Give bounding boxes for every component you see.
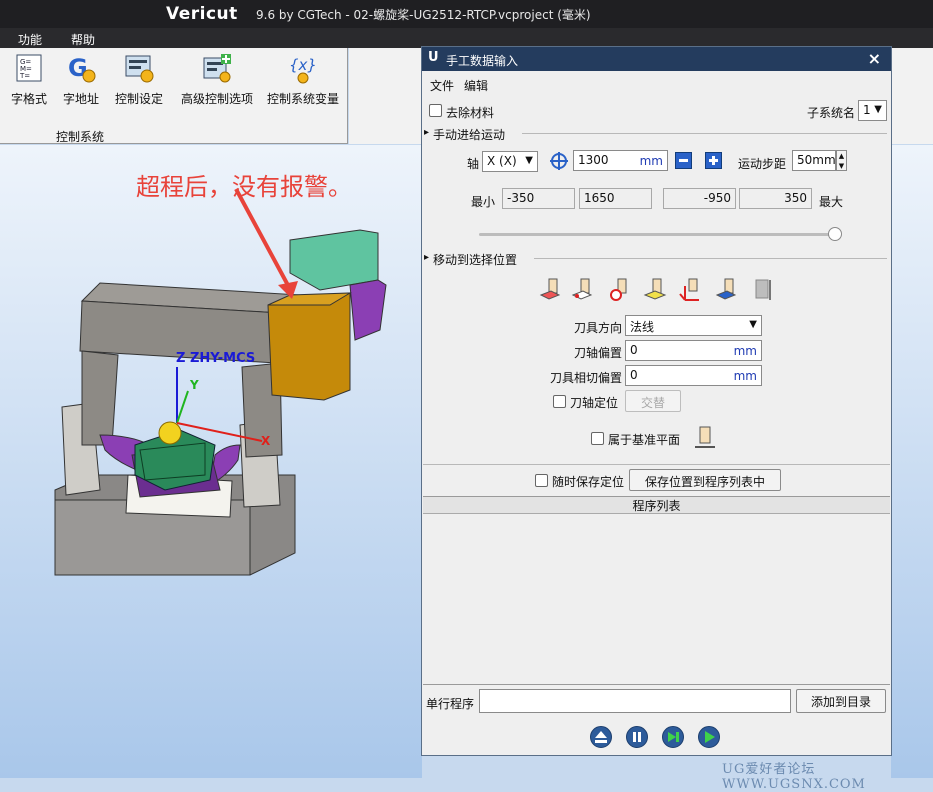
min-limit-1: -350 bbox=[502, 188, 575, 209]
chevron-down-icon: ▼ bbox=[525, 155, 533, 166]
ribbon-control-system: G= M= T= 字格式 G 字地址 控制设定 高级控制选项 {x} 控制系统变量 … bbox=[0, 48, 348, 144]
manual-data-input-dialog: U 手工数据输入 × 文件 编辑 去除材料 子系统名 1 ▼ ▸ 手动进给运动 轴… bbox=[421, 46, 892, 756]
section-divider bbox=[423, 464, 890, 465]
program-list[interactable]: 程序列表 bbox=[423, 496, 890, 685]
section-divider bbox=[534, 258, 887, 259]
section-caret-icon: ▸ bbox=[424, 127, 430, 138]
main-menubar: 功能 帮助 bbox=[0, 28, 933, 48]
csys-label: Z ZHY-MCS bbox=[176, 351, 256, 366]
single-line-label: 单行程序 bbox=[426, 697, 475, 711]
close-icon[interactable]: × bbox=[868, 49, 881, 68]
plus-icon[interactable] bbox=[705, 152, 722, 169]
pause-icon[interactable] bbox=[626, 726, 648, 748]
dialog-title: 手工数据输入 bbox=[446, 54, 519, 68]
axis-locate-label: 刀轴定位 bbox=[570, 396, 619, 410]
section-divider bbox=[522, 133, 887, 134]
position-input[interactable]: 1300 mm bbox=[573, 150, 668, 171]
advanced-control-options-button[interactable]: 高级控制选项 bbox=[176, 52, 258, 114]
chevron-down-icon: ▼ bbox=[749, 319, 757, 330]
advanced-control-options-icon bbox=[201, 52, 233, 84]
section-caret-icon: ▸ bbox=[424, 252, 430, 263]
program-list-header: 程序列表 bbox=[423, 497, 890, 514]
alternate-button[interactable]: 交替 bbox=[625, 390, 681, 412]
axis-offset-input[interactable]: 0 mm bbox=[625, 340, 762, 361]
tool-to-point-icon[interactable] bbox=[539, 278, 563, 302]
datum-plane-checkbox[interactable] bbox=[591, 432, 604, 445]
play-icon[interactable] bbox=[698, 726, 720, 748]
tool-to-center-icon[interactable] bbox=[608, 278, 632, 302]
overtravel-annotation: 超程后，没有报警。 bbox=[136, 173, 352, 201]
chevron-down-icon: ▼ bbox=[874, 104, 882, 115]
save-anytime-checkbox[interactable] bbox=[535, 474, 548, 487]
menu-file[interactable]: 文件 bbox=[430, 77, 454, 94]
subsystem-label: 子系统名 bbox=[807, 106, 856, 120]
remove-material-label: 去除材料 bbox=[446, 106, 495, 120]
menu-help[interactable]: 帮助 bbox=[71, 31, 95, 48]
forum-watermark: UG爱好者论坛 WWW.UGSNX.COM bbox=[722, 762, 866, 792]
save-anytime-label: 随时保存定位 bbox=[552, 475, 625, 489]
control-variables-button[interactable]: {x} 控制系统变量 bbox=[266, 52, 340, 114]
word-address-icon: G bbox=[65, 52, 97, 84]
axis-locate-checkbox[interactable] bbox=[553, 395, 566, 408]
step-label: 运动步距 bbox=[738, 157, 787, 171]
minus-icon[interactable] bbox=[675, 152, 692, 169]
machine-model: Y X bbox=[54, 188, 387, 576]
tangent-offset-input[interactable]: 0 mm bbox=[625, 365, 762, 386]
datum-plane-icon[interactable] bbox=[693, 426, 717, 450]
tool-to-edge-icon[interactable] bbox=[571, 278, 595, 302]
tangent-offset-label: 刀具相切偏置 bbox=[550, 371, 623, 385]
axis-label: 轴 bbox=[467, 157, 480, 171]
tool-to-plane-icon[interactable] bbox=[715, 278, 739, 302]
single-line-input[interactable] bbox=[479, 689, 791, 713]
x-axis-label: X bbox=[261, 434, 271, 448]
remove-material-checkbox[interactable] bbox=[429, 104, 442, 117]
min-limit-2: -950 bbox=[663, 188, 736, 209]
vericut-icon: U bbox=[428, 50, 439, 65]
step-forward-icon[interactable] bbox=[662, 726, 684, 748]
save-position-to-list-button[interactable]: 保存位置到程序列表中 bbox=[629, 469, 781, 491]
position-slider-track[interactable] bbox=[479, 227, 843, 241]
app-titlebar: Vericut 9.6 by CGTech - 02-螺旋桨-UG2512-RT… bbox=[0, 0, 933, 28]
window-title: 9.6 by CGTech - 02-螺旋桨-UG2512-RTCP.vcpro… bbox=[256, 8, 591, 22]
max-limit-1: 1650 bbox=[579, 188, 652, 209]
menu-edit[interactable]: 编辑 bbox=[464, 77, 488, 94]
tool-direction-select[interactable]: 法线 ▼ bbox=[625, 315, 762, 336]
control-settings-icon bbox=[123, 52, 155, 84]
y-axis-label: Y bbox=[189, 378, 199, 392]
tool-direction-label: 刀具方向 bbox=[574, 321, 623, 335]
svg-text:T=: T= bbox=[19, 72, 30, 80]
word-address-button[interactable]: G 字地址 bbox=[60, 52, 102, 114]
subsystem-select[interactable]: 1 ▼ bbox=[858, 100, 887, 121]
svg-text:{x}: {x} bbox=[289, 56, 317, 74]
move-section-title: 移动到选择位置 bbox=[433, 253, 518, 267]
step-input[interactable]: 50mm bbox=[792, 150, 836, 171]
dialog-titlebar[interactable]: U 手工数据输入 × bbox=[422, 47, 891, 71]
datum-plane-label: 属于基准平面 bbox=[608, 433, 681, 447]
axis-offset-label: 刀轴偏置 bbox=[574, 346, 623, 360]
control-settings-button[interactable]: 控制设定 bbox=[112, 52, 166, 114]
menu-function[interactable]: 功能 bbox=[18, 31, 42, 48]
word-format-button[interactable]: G= M= T= 字格式 bbox=[8, 52, 50, 114]
word-format-icon: G= M= T= bbox=[13, 52, 45, 84]
ribbon-group-label: 控制系统 bbox=[56, 130, 105, 144]
3d-viewport[interactable]: Y X 超程后，没有报警。 Z ZHY-MCS bbox=[0, 145, 422, 778]
eject-icon[interactable] bbox=[590, 726, 612, 748]
control-variables-icon: {x} bbox=[287, 52, 319, 84]
3d-viewport-right-edge bbox=[891, 145, 933, 778]
max-label: 最大 bbox=[819, 195, 844, 209]
crosshair-icon[interactable] bbox=[549, 151, 569, 171]
axis-select[interactable]: X (X) ▼ bbox=[482, 151, 538, 172]
jog-section-title: 手动进给运动 bbox=[433, 128, 506, 142]
tool-axis-icon[interactable] bbox=[679, 278, 703, 302]
step-spinner-icon[interactable]: ▲ ▼ bbox=[836, 150, 847, 171]
add-to-list-button[interactable]: 添加到目录 bbox=[796, 689, 886, 713]
position-slider-knob[interactable] bbox=[828, 227, 843, 241]
min-label: 最小 bbox=[471, 195, 496, 209]
tool-to-wall-icon[interactable] bbox=[752, 278, 776, 302]
tool-to-surface-icon[interactable] bbox=[643, 278, 667, 302]
max-limit-2: 350 bbox=[739, 188, 812, 209]
app-logo: Vericut bbox=[166, 4, 238, 24]
